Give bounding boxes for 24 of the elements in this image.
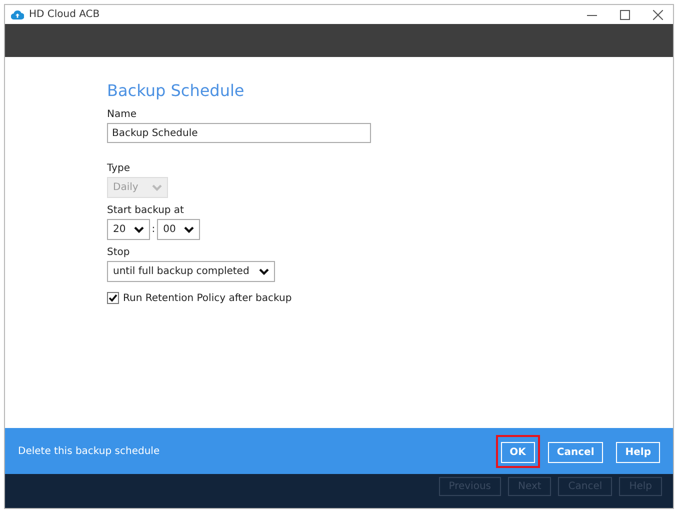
field-label: Stop (107, 247, 130, 258)
chevron-icon (184, 226, 194, 233)
hour-dropdown[interactable]: 20 (107, 219, 150, 240)
window-title: HD Cloud ACB (29, 9, 100, 20)
page-heading: Backup Schedule (107, 81, 244, 100)
checkbox[interactable] (107, 292, 119, 304)
name-field[interactable]: Backup Schedule (107, 123, 371, 143)
cloud-icon (11, 10, 24, 20)
delete-link[interactable]: Delete this backup schedule (18, 446, 160, 456)
field-label: Start backup at (107, 205, 184, 216)
field-label: Type (107, 163, 130, 174)
dialog-button[interactable]: Cancel (548, 442, 604, 462)
checkbox-label: Run Retention Policy after backup (123, 292, 292, 304)
dialog-button[interactable]: Help (616, 442, 660, 462)
chevron-icon (152, 184, 162, 191)
close-icon[interactable] (653, 10, 663, 20)
time-separator: : (152, 223, 156, 237)
chevron-icon (259, 268, 270, 275)
chevron-icon (134, 226, 144, 233)
dialog-button[interactable]: OK (500, 442, 535, 462)
minute-dropdown[interactable]: 00 (157, 219, 200, 240)
field-label: Name (107, 109, 137, 120)
maximize-icon[interactable] (620, 10, 630, 20)
stop-dropdown[interactable]: until full backup completed (107, 261, 276, 282)
